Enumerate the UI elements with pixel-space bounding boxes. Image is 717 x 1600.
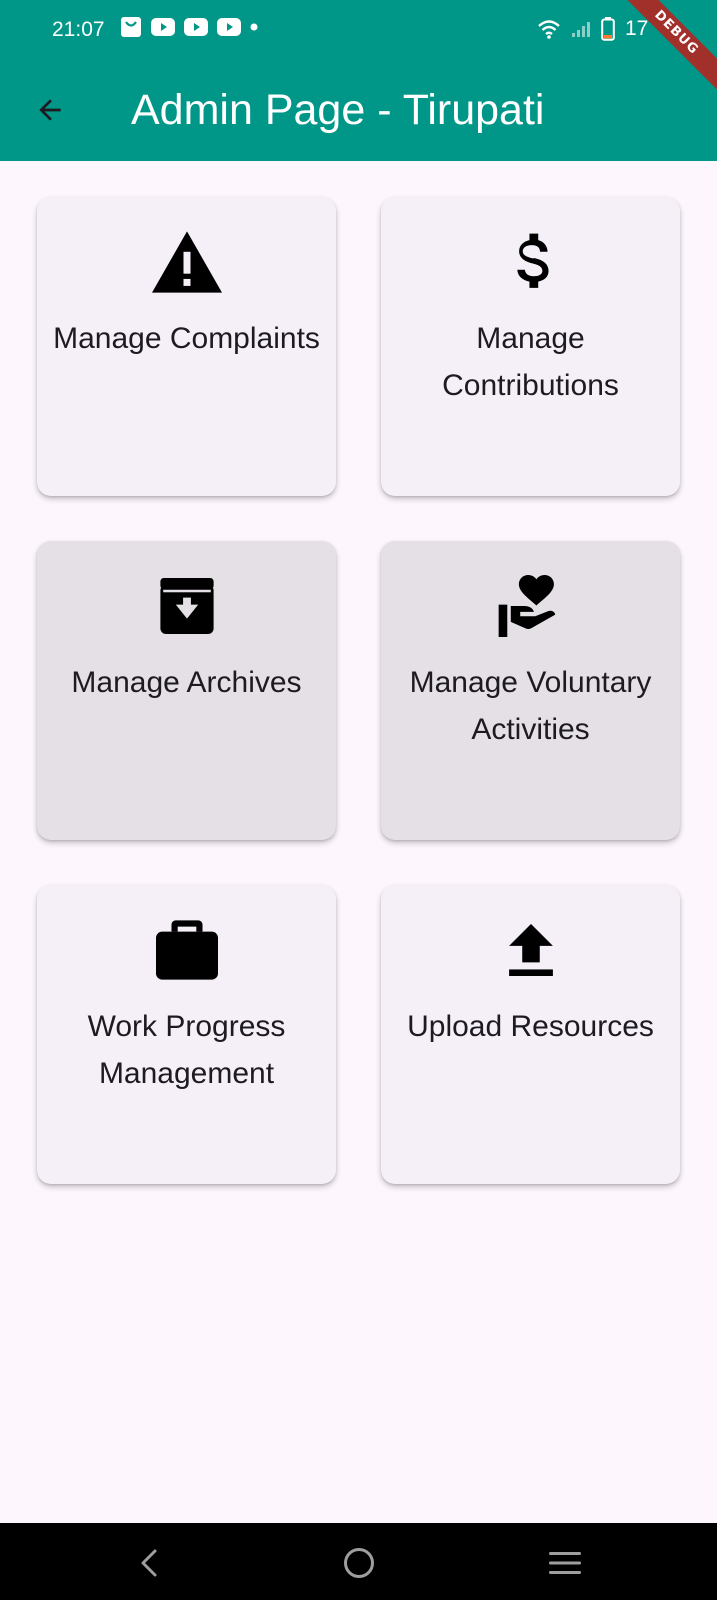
youtube-icon bbox=[151, 18, 175, 36]
back-nav-icon bbox=[141, 1549, 157, 1577]
upload-icon bbox=[508, 924, 553, 976]
home-nav-icon bbox=[344, 1548, 374, 1578]
status-time: 21:07 bbox=[52, 18, 105, 41]
card-label: Manage Archives bbox=[71, 666, 302, 699]
archive-icon bbox=[159, 578, 214, 634]
volunteer-icon bbox=[498, 575, 555, 637]
nav-back-button[interactable] bbox=[128, 1541, 172, 1585]
youtube-icon bbox=[217, 18, 241, 36]
nav-menu-button[interactable] bbox=[543, 1541, 587, 1585]
system-icons: 17 bbox=[537, 16, 648, 42]
notification-icons bbox=[120, 16, 258, 38]
arrow-back-icon bbox=[39, 99, 61, 121]
shopping-bag-icon bbox=[121, 17, 141, 37]
admin-menu-grid: Manage Complaints Manage Contributions M… bbox=[37, 197, 680, 1184]
menu-nav-icon bbox=[549, 1552, 581, 1574]
card-label: Manage Contributions bbox=[442, 322, 619, 402]
card-label: Upload Resources bbox=[407, 1010, 654, 1043]
card-label: Work Progress Management bbox=[87, 1010, 286, 1090]
work-progress-management-card[interactable]: Work Progress Management bbox=[37, 885, 336, 1184]
manage-contributions-card[interactable]: Manage Contributions bbox=[381, 197, 680, 496]
back-button[interactable] bbox=[26, 86, 74, 134]
page-title: Admin Page - Tirupati bbox=[131, 86, 545, 134]
warning-icon bbox=[151, 231, 222, 293]
dollar-icon bbox=[516, 233, 549, 288]
system-nav-bar bbox=[0, 1523, 717, 1600]
nav-home-button[interactable] bbox=[337, 1541, 381, 1585]
briefcase-icon bbox=[155, 920, 218, 980]
wifi-icon bbox=[538, 20, 560, 39]
card-label: Manage Complaints bbox=[53, 322, 320, 355]
signal-icon bbox=[572, 22, 590, 37]
card-label: Manage Voluntary Activities bbox=[409, 666, 652, 746]
battery-level: 17 bbox=[625, 17, 649, 40]
youtube-icon bbox=[184, 18, 208, 36]
battery-icon bbox=[601, 17, 615, 41]
manage-archives-card[interactable]: Manage Archives bbox=[37, 541, 336, 840]
upload-resources-card[interactable]: Upload Resources bbox=[381, 885, 680, 1184]
dot-icon bbox=[250, 23, 258, 31]
status-bar: 21:07 17 bbox=[0, 0, 717, 60]
app-bar: 21:07 17 DEBUG Admin Page - Tirupati bbox=[0, 0, 717, 161]
manage-voluntary-activities-card[interactable]: Manage Voluntary Activities bbox=[381, 541, 680, 840]
manage-complaints-card[interactable]: Manage Complaints bbox=[37, 197, 336, 496]
